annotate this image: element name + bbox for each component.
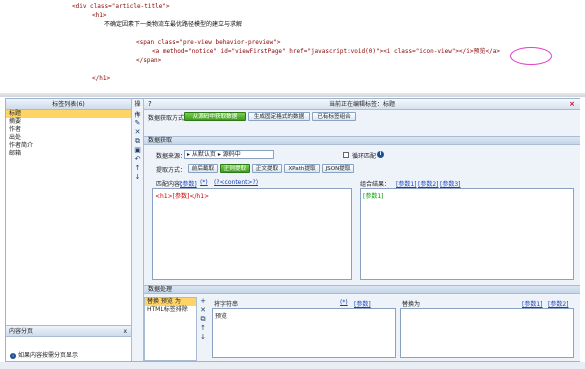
- editor-title: 当前正在编辑标签：标题: [328, 101, 395, 108]
- match-param-link[interactable]: [参数]: [180, 179, 197, 188]
- result-textarea[interactable]: [参数1]: [360, 188, 574, 280]
- mode-bar: 数据获取方式： 从源码中获取数据 生成固定格式的数据 已有标签组合: [144, 111, 580, 122]
- replace-src-textarea[interactable]: 预览: [212, 308, 396, 358]
- extract-label: 提取方式：: [156, 167, 187, 174]
- replace-src-wildcard-link[interactable]: (*): [340, 299, 348, 306]
- process-list: 替换 预览 为 HTML标签排除: [144, 297, 197, 361]
- paging-title: 内容分页: [9, 328, 34, 335]
- result-param1-link[interactable]: [参数1]: [396, 179, 417, 188]
- process-down-icon[interactable]: ↓: [197, 333, 209, 342]
- regex-textarea[interactable]: <h1>[参数]</h1>: [152, 188, 352, 280]
- extract-body-button[interactable]: 正文提取: [252, 164, 282, 173]
- tag-editor: ? 当前正在编辑标签：标题 × 数据获取方式： 从源码中获取数据 生成固定格式的…: [144, 99, 580, 361]
- process-section-header: 数据处理: [144, 285, 580, 294]
- delete-tag-icon[interactable]: ✕: [132, 128, 143, 137]
- html-source-view: <div class="article-title"> <h1> 不确定因素下一…: [0, 0, 585, 95]
- paging-panel: 内容分页 x i 如果内容按需分页显示: [6, 325, 131, 361]
- regex-value: <h1>[参数]</h1>: [155, 193, 210, 200]
- delete-process-icon[interactable]: ✕: [197, 306, 209, 315]
- loop-match-checkbox[interactable]: [343, 152, 349, 158]
- ops-label: 操作: [134, 101, 141, 119]
- replace-dst-textarea[interactable]: [400, 308, 574, 358]
- fetch-section-header: 数据获取: [144, 136, 580, 145]
- replace-dst-param2-link[interactable]: [参数2]: [548, 299, 569, 308]
- tag-list: 标题 摘要 作者 出处 作者简介 邮箱: [6, 110, 131, 158]
- extract-cut-button[interactable]: 前后截取: [188, 164, 218, 173]
- extract-xpath-button[interactable]: XPath提取: [284, 164, 320, 173]
- mode-from-source-button[interactable]: 从源码中获取数据: [184, 112, 246, 121]
- tag-list-panel: 标签列表(6) 标题 摘要 作者 出处 作者简介 邮箱 内容分页 x i 如果内容按需分页显…: [6, 99, 132, 361]
- result-param2-link[interactable]: [参数2]: [418, 179, 439, 188]
- extract-json-button[interactable]: JSON提取: [322, 164, 354, 173]
- loop-match-label: 循环匹配: [352, 153, 377, 160]
- paging-hint-text: 如果内容按需分页显示: [18, 352, 79, 359]
- paging-header: 内容分页 x: [6, 326, 131, 337]
- result-param3-link[interactable]: [参数3]: [440, 179, 461, 188]
- move-up-icon[interactable]: ↑: [132, 164, 143, 173]
- process-ops-column: + ✕ ⧉ ↑ ↓: [197, 297, 209, 361]
- code-line-anchor: <a method="notice" id="viewFirstPage" hr…: [152, 48, 500, 55]
- paging-hint: i 如果内容按需分页显示: [10, 350, 78, 359]
- code-line-div: <div class="article-title">: [72, 3, 170, 10]
- copy-tag-icon[interactable]: ⧉: [132, 137, 143, 146]
- add-process-icon[interactable]: +: [197, 297, 209, 306]
- tag-list-item[interactable]: 标题: [6, 110, 131, 118]
- paging-close-icon[interactable]: x: [123, 326, 127, 337]
- undo-icon[interactable]: ↶: [132, 155, 143, 164]
- match-content-link[interactable]: (?<content>?): [214, 179, 258, 186]
- info-icon: i: [10, 353, 16, 359]
- tag-list-header: 标签列表(6): [6, 99, 131, 110]
- tag-list-item[interactable]: 摘要: [6, 118, 131, 126]
- source-label: 数据来源：: [156, 153, 187, 160]
- extract-regex-button[interactable]: 正则提取: [220, 164, 250, 173]
- code-line-h1: <h1>: [92, 12, 107, 19]
- move-down-icon[interactable]: ↓: [132, 173, 143, 182]
- loop-info-icon[interactable]: i: [377, 151, 384, 158]
- code-line-h1-close: </h1>: [92, 75, 111, 82]
- code-line-title: 不确定因素下一类物流车最优路径模型的建立与求解: [104, 21, 243, 28]
- tag-ops-column: 操作 + ✎ ✕ ⧉ ▣ ↶ ↑ ↓: [132, 99, 144, 361]
- process-item-replace[interactable]: 替换 预览 为: [145, 298, 196, 306]
- tag-list-item[interactable]: 邮箱: [6, 150, 131, 158]
- code-separator: [0, 93, 585, 97]
- window-shadow: [0, 362, 585, 369]
- replace-src-param-link[interactable]: [参数]: [354, 299, 371, 308]
- code-line-span: <span class="pre-view behavior-preview">: [136, 39, 281, 46]
- replace-src-label: 将字符串: [214, 301, 239, 308]
- collector-window: 标签列表(6) 标题 摘要 作者 出处 作者简介 邮箱 内容分页 x i 如果内容按需分页显…: [5, 98, 580, 362]
- process-up-icon[interactable]: ↑: [197, 324, 209, 333]
- paste-tag-icon[interactable]: ▣: [132, 146, 143, 155]
- tag-list-item[interactable]: 作者简介: [6, 142, 131, 150]
- replace-dst-label: 替换为: [402, 301, 421, 308]
- code-line-span-close: </span>: [136, 57, 162, 64]
- copy-process-icon[interactable]: ⧉: [197, 315, 209, 324]
- source-path-input[interactable]: ▸ 从默认页 ▸ 源码中: [184, 150, 274, 159]
- close-icon[interactable]: ×: [569, 99, 575, 110]
- mode-tag-combo-button[interactable]: 已有标签组合: [312, 112, 356, 121]
- match-wildcard-link[interactable]: (*): [200, 179, 208, 186]
- process-item-html-exclude[interactable]: HTML标签排除: [145, 306, 196, 314]
- result-value: [参数1]: [363, 193, 384, 200]
- replace-dst-param1-link[interactable]: [参数1]: [522, 299, 543, 308]
- mode-fixed-format-button[interactable]: 生成固定格式的数据: [248, 112, 310, 121]
- tag-list-item[interactable]: 作者: [6, 126, 131, 134]
- editor-titlebar: ? 当前正在编辑标签：标题 ×: [144, 99, 580, 110]
- tag-list-item[interactable]: 出处: [6, 134, 131, 142]
- replace-src-value: 预览: [215, 313, 228, 320]
- result-label: 组合结果：: [360, 181, 391, 188]
- highlight-ellipse: [510, 47, 552, 65]
